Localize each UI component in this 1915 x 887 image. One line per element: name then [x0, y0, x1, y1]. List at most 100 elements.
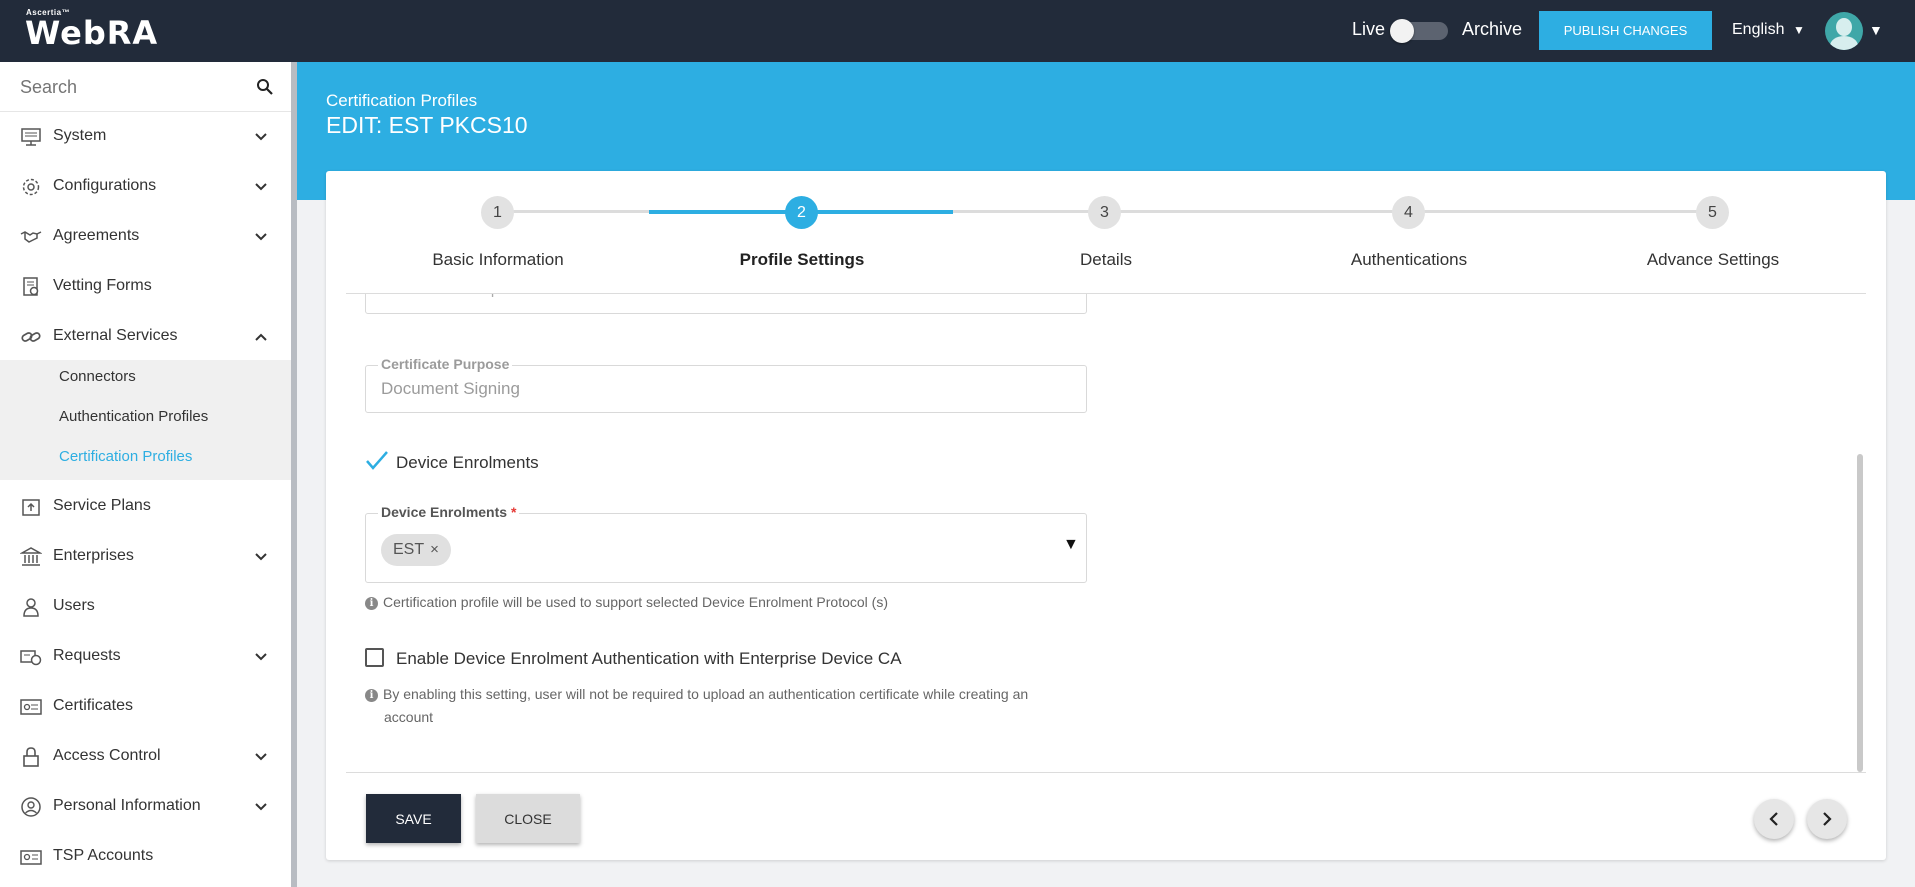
sidebar-subitem-authentication-profiles[interactable]: Authentication Profiles	[59, 408, 208, 425]
brand-logo[interactable]: Ascertia™ WebRA	[25, 8, 158, 49]
step-1-circle[interactable]: 1	[481, 196, 514, 229]
save-button[interactable]: SAVE	[366, 794, 461, 843]
external-services-submenu: Connectors Authentication Profiles Certi…	[0, 360, 291, 480]
brand-name: WebRA	[25, 14, 159, 52]
chevron-left-icon	[1769, 812, 1778, 826]
handshake-icon	[20, 231, 42, 243]
sidebar-item-tsp-accounts[interactable]: TSP Accounts	[0, 832, 291, 882]
info-icon: i	[365, 597, 378, 610]
sidebar-item-system[interactable]: System	[0, 112, 291, 162]
step-2-circle[interactable]: 2	[785, 196, 818, 229]
search-icon[interactable]	[256, 78, 274, 96]
step-1-label[interactable]: Basic Information	[373, 250, 623, 270]
chevron-right-icon	[1823, 812, 1832, 826]
form-icon	[23, 277, 39, 296]
close-button[interactable]: CLOSE	[476, 794, 580, 843]
sidebar-item-label: Requests	[53, 647, 121, 664]
sidebar-item-label: TSP Accounts	[53, 847, 154, 864]
sidebar-item-users[interactable]: Users	[0, 582, 291, 632]
step-3-label[interactable]: Details	[981, 250, 1231, 270]
certificate-icon	[20, 699, 42, 715]
selected-chip-est: EST ×	[381, 534, 451, 566]
next-step-button[interactable]	[1807, 799, 1847, 839]
sidebar-item-label: External Services	[53, 327, 178, 344]
page-title: EDIT: EST PKCS10	[326, 112, 528, 138]
step-connector	[953, 210, 1713, 213]
live-archive-toggle[interactable]	[1390, 19, 1448, 43]
chevron-down-icon	[255, 133, 267, 141]
chip-remove-icon[interactable]: ×	[430, 541, 439, 558]
chevron-down-icon	[255, 653, 267, 661]
step-4-circle[interactable]: 4	[1392, 196, 1425, 229]
sidebar-item-label: Certificates	[53, 697, 134, 714]
footer-divider	[346, 772, 1866, 773]
sidebar-subitem-certification-profiles[interactable]: Certification Profiles	[59, 448, 192, 465]
sidebar-item-external-services[interactable]: External Services	[0, 312, 291, 362]
required-mark: *	[510, 504, 517, 520]
live-label: Live	[1352, 19, 1386, 39]
link-icon	[21, 332, 41, 342]
lock-icon	[23, 747, 39, 767]
sidebar-item-vetting-forms[interactable]: Vetting Forms	[0, 262, 291, 312]
sidebar-item-requests[interactable]: Requests	[0, 632, 291, 682]
toggle-knob	[1390, 19, 1414, 43]
publish-changes-button[interactable]: PUBLISH CHANGES	[1539, 11, 1712, 50]
sidebar-search	[0, 62, 291, 112]
sidebar-item-configurations[interactable]: Configurations	[0, 162, 291, 212]
sidebar-item-agreements[interactable]: Agreements	[0, 212, 291, 262]
person-icon	[21, 797, 41, 817]
step-4-label[interactable]: Authentications	[1284, 250, 1534, 270]
gear-icon	[22, 178, 40, 196]
form-scrollbar[interactable]	[1857, 454, 1863, 772]
archive-label: Archive	[1462, 19, 1523, 39]
sidebar-item-label: System	[53, 127, 107, 144]
sidebar-item-label: Vetting Forms	[53, 277, 152, 294]
device-enrolments-field-label-text: Device Enrolments	[381, 504, 508, 520]
user-icon	[23, 598, 39, 617]
chevron-down-icon	[255, 553, 267, 561]
certificate-purpose-field[interactable]: Certificate Purpose Document Signing	[365, 356, 1087, 413]
device-enrolments-check-label: Device Enrolments	[396, 453, 539, 472]
info-icon: i	[365, 689, 378, 702]
previous-step-button[interactable]	[1754, 799, 1794, 839]
chevron-down-icon	[255, 233, 267, 241]
device-enrolments-select[interactable]: Device Enrolments * EST × ▼	[365, 504, 1087, 583]
language-selector[interactable]: English ▼	[1732, 21, 1805, 39]
avatar[interactable]	[1825, 12, 1863, 50]
step-3-circle[interactable]: 3	[1088, 196, 1121, 229]
user-menu-chevron-icon[interactable]: ▼	[1869, 22, 1883, 38]
sidebar-item-service-plans[interactable]: Service Plans	[0, 482, 291, 532]
form-scroll-area: basiccertificationprofile002 Certificate…	[346, 294, 1866, 772]
sidebar-subitem-connectors[interactable]: Connectors	[59, 368, 136, 385]
sidebar-item-access-control[interactable]: Access Control	[0, 732, 291, 782]
enrolment-hint: i Certification profile will be used to s…	[365, 591, 888, 614]
sidebar-item-personal-information[interactable]: Personal Information	[0, 782, 291, 832]
certificate-purpose-label: Certificate Purpose	[378, 356, 513, 372]
sidebar-item-label: Service Plans	[53, 497, 151, 514]
sidebar-item-label: Enterprises	[53, 547, 134, 564]
sidebar-item-enterprises[interactable]: Enterprises	[0, 532, 291, 582]
previous-field-value: basiccertificationprofile002	[380, 294, 557, 298]
sidebar-item-label: Agreements	[53, 227, 140, 244]
sidebar: System Configurations Agreements Vetting…	[0, 62, 291, 887]
sidebar-item-label: Users	[53, 597, 95, 614]
dropdown-arrow-icon[interactable]: ▼	[1063, 536, 1079, 554]
step-2-label[interactable]: Profile Settings	[677, 250, 927, 270]
step-5-circle[interactable]: 5	[1696, 196, 1729, 229]
enable-auth-checkbox[interactable]	[365, 648, 384, 667]
chevron-down-icon	[255, 753, 267, 761]
avatar-head	[1836, 18, 1852, 36]
enrolment-hint-text: Certification profile will be used to su…	[383, 594, 889, 610]
chevron-down-icon	[255, 803, 267, 811]
enable-auth-hint: i By enabling this setting, user will not…	[365, 683, 1095, 729]
enable-auth-hint-line2: account	[384, 709, 434, 725]
previous-field[interactable]: basiccertificationprofile002	[365, 294, 1087, 314]
sidebar-item-label: Configurations	[53, 177, 157, 194]
sidebar-item-certificates[interactable]: Certificates	[0, 682, 291, 732]
breadcrumb[interactable]: Certification Profiles	[326, 91, 477, 111]
chevron-down-icon	[255, 183, 267, 191]
step-5-label[interactable]: Advance Settings	[1588, 250, 1838, 270]
device-enrolments-checkbox[interactable]	[365, 449, 389, 471]
language-label: English	[1732, 21, 1785, 38]
search-input[interactable]	[20, 74, 240, 100]
